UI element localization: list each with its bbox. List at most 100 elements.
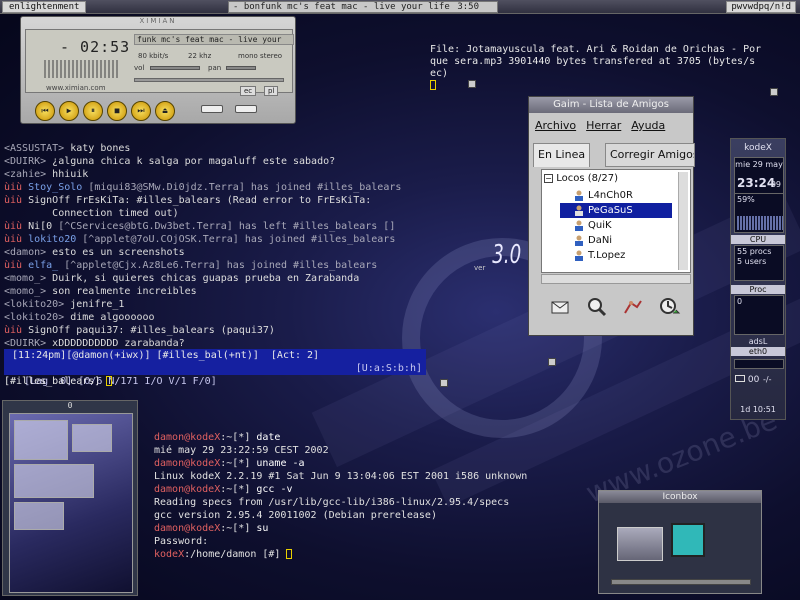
play-button[interactable]: ▶	[59, 101, 79, 121]
desktop-label[interactable]: pwvwdpq/n!d	[726, 1, 796, 13]
away-icon[interactable]	[657, 295, 681, 319]
irc-line: <lokito20> jenifre_1	[4, 299, 125, 310]
iconbox-scrollbar[interactable]	[611, 579, 751, 585]
eject-button[interactable]: ⏏	[155, 101, 175, 121]
balance-label: pan	[208, 64, 222, 72]
buddy-group[interactable]: − Locos (8/27)	[544, 173, 618, 184]
irc-lag-bar: [Lag 0] [O/6 N/171 I/O V/1 F/0] [U:a:S:b…	[4, 362, 426, 387]
irc-line: ùiù Stoy_Solo [miqui83@SMw.Di0jdz.Terra]…	[4, 182, 402, 193]
buddy-item[interactable]: L4nCh0R	[560, 188, 672, 203]
user-count: 5 users	[737, 257, 767, 266]
cpu-label: CPU	[731, 235, 785, 244]
mail-new: -/-	[763, 375, 772, 384]
mini-window[interactable]	[14, 464, 94, 498]
horizontal-scrollbar[interactable]	[541, 274, 691, 284]
terminal-line: damon@kodeX:~[*] uname -a	[154, 458, 305, 469]
version-logo: 3.0	[492, 240, 522, 270]
shuffle-toggle[interactable]	[201, 105, 223, 113]
now-playing-bar[interactable]: - bonfunk mc's feat mac - live your life…	[228, 1, 498, 13]
mail-count: 00	[735, 375, 759, 385]
irc-line: <DUIRK> ¿alguna chica k salga por magalu…	[4, 156, 336, 167]
tab-edit-buddies[interactable]: Corregir Amigos	[605, 143, 695, 167]
wm-label[interactable]: enlightenment	[2, 1, 87, 13]
song-title: funk mc's feat mac - live your	[134, 34, 294, 45]
clock-date: mie 29 may	[735, 160, 783, 169]
irc-line: ùiù elfa_ [^applet@Cjx.Az8Le6.Terra] has…	[4, 260, 378, 271]
group-label: Locos (8/27)	[556, 173, 618, 184]
window-titlebar[interactable]: Gaim - Lista de Amigos	[529, 97, 693, 113]
transfer-line: que sera.mp3 3901440 bytes transfered at…	[430, 56, 756, 67]
buddy-name: PeGaSuS	[588, 205, 633, 216]
mini-window[interactable]	[14, 420, 68, 460]
buddy-icon	[575, 235, 583, 246]
gaim-buddy-list-window: Gaim - Lista de Amigos Archivo Herrar Ayud…	[528, 96, 695, 336]
terminal-line: gcc version 2.95.4 20011002 (Debian prer…	[154, 510, 437, 521]
menu-help[interactable]: Ayuda	[631, 119, 665, 132]
menu-tools[interactable]: Herrar	[586, 119, 621, 132]
buddy-icon	[575, 220, 583, 231]
clock-time: 23:24	[737, 176, 776, 190]
vertical-scrollbar[interactable]	[678, 172, 688, 270]
iconified-window-icon[interactable]	[617, 527, 663, 561]
tab-online[interactable]: En Linea	[533, 143, 591, 167]
proc-count: 55 procs	[737, 247, 772, 256]
menu-file[interactable]: Archivo	[535, 119, 576, 132]
iconified-app-icon[interactable]	[671, 523, 705, 557]
irc-input[interactable]: [#illes_balears]	[4, 375, 113, 388]
proc-label: Proc	[731, 285, 785, 294]
buddy-item[interactable]: QuiK	[560, 218, 672, 233]
collapse-icon[interactable]: −	[544, 174, 553, 183]
repeat-toggle[interactable]	[235, 105, 257, 113]
monitor-hostname: kodeX	[744, 143, 772, 153]
irc-status-bar: [11:24pm][@damon(+iwx)] [#illes_bal(+nt)…	[4, 349, 426, 362]
player-brand: XIMIAN	[139, 17, 177, 25]
player-time: - 02:53	[60, 38, 131, 56]
iconbox-title[interactable]: Iconbox	[599, 491, 761, 503]
player-display: - 02:53 www.ximian.com funk mc's feat ma…	[25, 29, 294, 96]
irc-line: ùiù Ni[0 [^CServices@btG.Dw3bet.Terra] h…	[4, 221, 396, 232]
next-button[interactable]: ⏭	[131, 101, 151, 121]
samplerate: 22 khz	[188, 52, 212, 60]
channel-mode: mono stereo	[238, 52, 283, 60]
irc-line: Connection timed out)	[52, 208, 179, 219]
bitrate: 80 kbit/s	[138, 52, 169, 60]
chat-icon[interactable]	[621, 295, 645, 319]
now-playing-time: 3:50	[457, 2, 479, 12]
tab-bar: En Linea Corregir Amigos	[533, 143, 695, 167]
eq-button[interactable]: ec	[240, 86, 257, 96]
seek-bar[interactable]	[134, 78, 284, 82]
menu-bar: Archivo Herrar Ayuda	[535, 119, 689, 137]
mini-window[interactable]	[14, 502, 64, 530]
desktop-marker	[548, 358, 556, 366]
desktop-pager: 0	[2, 400, 138, 596]
terminal-cursor	[430, 80, 436, 90]
get-info-icon[interactable]	[585, 295, 609, 319]
disk-value: 0	[737, 297, 743, 306]
buddy-icon	[575, 190, 583, 201]
terminal-prompt-line[interactable]: kodeX:/home/damon [#]	[154, 549, 574, 562]
buddy-item[interactable]: DaNi	[560, 233, 672, 248]
net-label: adsL	[748, 337, 768, 346]
playlist-button[interactable]: pl	[264, 86, 279, 96]
buddy-name: QuiK	[588, 220, 612, 231]
pager-desktop-thumbnail[interactable]	[9, 413, 133, 593]
action-toolbar	[543, 295, 689, 323]
mini-window[interactable]	[72, 424, 112, 452]
send-message-icon[interactable]	[549, 295, 573, 319]
cpu-percent: 59%	[737, 195, 755, 204]
prev-icon: ⏮	[41, 106, 49, 115]
system-monitor: kodeX mie 29 may 23:24 09 59% CPU 55 pro…	[730, 138, 786, 420]
disk-panel: 0	[734, 295, 784, 335]
volume-slider[interactable]	[150, 66, 200, 70]
stop-button[interactable]: ■	[107, 101, 127, 121]
prev-button[interactable]: ⏮	[35, 101, 55, 121]
spectrum-analyzer	[44, 60, 120, 78]
irc-user-modes: [U:a:S:b:h]	[355, 363, 422, 374]
transfer-line: ec)	[430, 68, 449, 79]
irc-line: <lokito20> dime algoooooo	[4, 312, 155, 323]
pause-button[interactable]: ⏸	[83, 101, 103, 121]
buddy-item[interactable]: PeGaSuS	[560, 203, 672, 218]
balance-slider[interactable]	[226, 66, 256, 70]
terminal-cursor	[106, 376, 113, 386]
buddy-item[interactable]: T.Lopez	[560, 248, 672, 263]
